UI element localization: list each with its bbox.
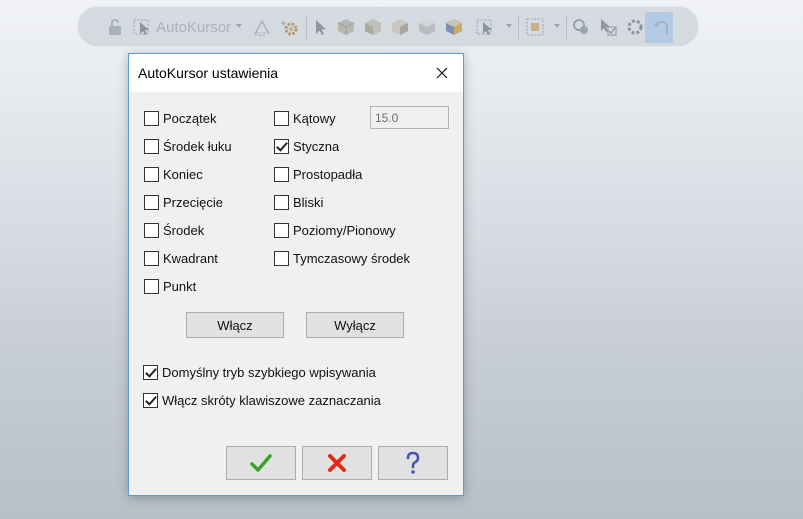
option-poczatek[interactable]: Początek [144,110,216,126]
option-srodek[interactable]: Środek [144,222,204,238]
option-przeciecie[interactable]: Przecięcie [144,194,223,210]
option-label: Środek łuku [163,138,232,154]
chevron-down-icon[interactable] [506,24,512,28]
option-kwadrant[interactable]: Kwadrant [144,250,218,266]
option-srodek-luku[interactable]: Środek łuku [144,138,232,154]
option-punkt[interactable]: Punkt [144,278,196,294]
disable-all-button[interactable]: Wyłącz [306,312,404,338]
checkbox-bliski[interactable] [274,194,289,210]
angle-input[interactable] [370,106,449,129]
xyz-icon[interactable]: xyz [252,17,272,37]
chevron-down-icon[interactable] [554,24,560,28]
checkbox-przeciecie[interactable] [144,194,159,210]
dialog-title: AutoKursor ustawienia [138,65,279,81]
checkbox-selection-shortcuts[interactable] [143,392,158,408]
view-top-icon[interactable] [417,17,437,37]
option-bliski[interactable]: Bliski [274,194,323,210]
checkbox-katowy[interactable] [274,110,289,126]
select-box-icon[interactable] [525,17,545,37]
option-koniec[interactable]: Koniec [144,166,203,182]
enable-all-button[interactable]: Włącz [186,312,284,338]
undo-pointer-icon[interactable] [652,17,672,37]
refresh-icon[interactable] [625,17,645,37]
checkbox-tymczasowy-srodek[interactable] [274,250,289,266]
option-selection-shortcuts[interactable]: Włącz skróty klawiszowe zaznaczania [143,392,381,408]
autokursor-label: AutoKursor [156,18,232,36]
checkbox-quick-input-default[interactable] [143,364,158,380]
option-label: Przecięcie [163,194,223,210]
option-label: Styczna [293,138,340,154]
option-tymczasowy-srodek[interactable]: Tymczasowy środek [274,250,410,266]
toolbar-separator [306,16,307,40]
view-shaded-icon[interactable] [444,17,464,37]
checkbox-styczna[interactable] [274,138,289,154]
checkbox-poczatek[interactable] [144,110,159,126]
option-quick-input-default[interactable]: Domyślny tryb szybkiego wpisywania [143,364,376,380]
floating-toolbar: AutoKursor xyz [77,6,699,47]
option-label: Domyślny tryb szybkiego wpisywania [162,364,376,380]
option-label: Bliski [293,194,324,210]
select-check-icon[interactable] [598,17,618,37]
option-label: Koniec [163,166,203,182]
checkbox-prostopadla[interactable] [274,166,289,182]
svg-text:xyz: xyz [254,30,266,37]
toolbar-separator [566,16,567,40]
help-button[interactable] [378,446,448,480]
option-label: Kątowy [293,110,336,126]
pointer-icon[interactable] [310,17,330,37]
option-label: Środek [163,222,205,238]
settings-icon[interactable] [279,17,299,37]
option-label: Poziomy/Pionowy [293,222,396,238]
toolbar-separator [518,16,519,40]
option-label: Tymczasowy środek [293,250,411,266]
autokursor-icon [133,17,153,37]
cancel-button[interactable] [302,446,372,480]
cancel-x-icon [328,454,346,472]
option-label: Punkt [163,278,197,294]
question-mark-icon [406,451,420,474]
view-front-icon[interactable] [363,17,383,37]
checkbox-poziomy-pionowy[interactable] [274,222,289,238]
option-prostopadla[interactable]: Prostopadła [274,166,362,182]
ok-button[interactable] [226,446,296,480]
view-side-icon[interactable] [390,17,410,37]
selection-icon[interactable] [476,17,496,37]
dialog-titlebar[interactable]: AutoKursor ustawienia [129,54,463,92]
view-isometric-icon[interactable] [336,17,356,37]
option-label: Początek [163,110,217,126]
option-katowy[interactable]: Kątowy [274,110,336,126]
close-button[interactable] [429,62,455,84]
checkbox-koniec[interactable] [144,166,159,182]
checkbox-srodek-luku[interactable] [144,138,159,154]
autokursor-settings-dialog: AutoKursor ustawienia Początek Środek łu… [128,53,464,496]
option-styczna[interactable]: Styczna [274,138,339,154]
snap-icon[interactable] [571,17,591,37]
chevron-down-icon[interactable] [236,24,242,28]
checkbox-punkt[interactable] [144,278,159,294]
autokursor-dropdown[interactable]: AutoKursor [133,17,231,37]
option-poziomy-pionowy[interactable]: Poziomy/Pionowy [274,222,396,238]
close-icon [436,67,448,79]
checkmark-icon [250,454,272,472]
lock-icon[interactable] [105,17,125,37]
checkbox-kwadrant[interactable] [144,250,159,266]
option-label: Kwadrant [163,250,218,266]
checkbox-srodek[interactable] [144,222,159,238]
option-label: Włącz skróty klawiszowe zaznaczania [162,392,381,408]
option-label: Prostopadła [293,166,363,182]
